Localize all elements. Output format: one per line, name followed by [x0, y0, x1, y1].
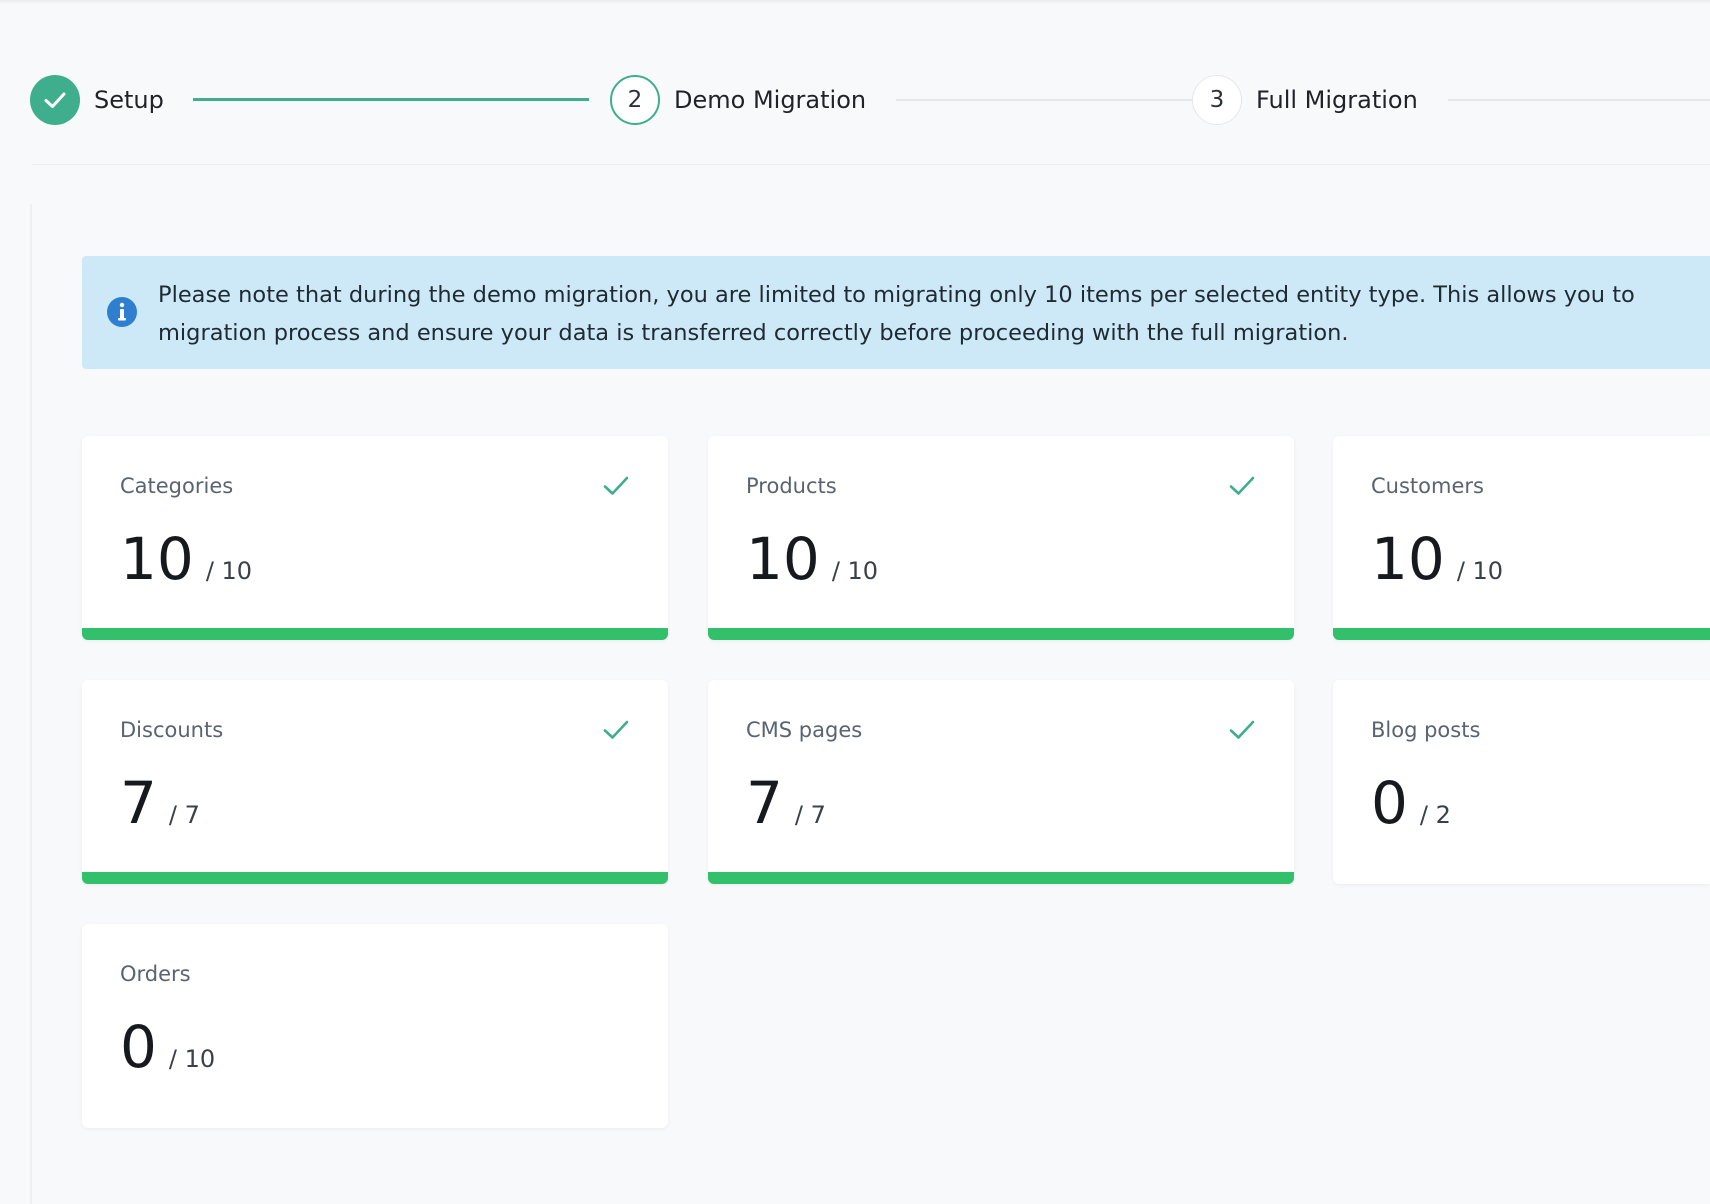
check-icon: [1229, 476, 1255, 495]
demo-info-banner: Please note that during the demo migrati…: [82, 256, 1710, 369]
card-progress-fill: [82, 628, 668, 640]
info-icon: [107, 297, 137, 327]
card-count: 10: [746, 525, 820, 593]
info-message-line-2: migration process and ensure your data i…: [158, 320, 1349, 346]
step-connector-trailing: [1448, 99, 1710, 101]
card-value: 0 / 2: [1371, 768, 1451, 838]
step-demo-migration[interactable]: 2 Demo Migration: [610, 74, 866, 126]
entity-card-discounts: Discounts 7 / 7: [82, 680, 668, 884]
card-count: 10: [1371, 525, 1445, 593]
card-progress-fill: [1333, 628, 1710, 640]
card-title: Customers: [1371, 474, 1484, 498]
card-progress-bar: [82, 872, 668, 884]
entity-card-categories: Categories 10 / 10: [82, 436, 668, 640]
step-connector-done: [193, 98, 589, 101]
card-progress-bar: [708, 872, 1294, 884]
card-progress-bar: [82, 628, 668, 640]
card-total: / 10: [168, 1045, 216, 1073]
card-total: / 10: [205, 557, 253, 585]
card-total: / 2: [1419, 801, 1451, 829]
check-icon: [44, 92, 66, 108]
card-title: Orders: [120, 962, 191, 986]
step-full-label: Full Migration: [1256, 86, 1418, 114]
step-setup[interactable]: Setup: [30, 74, 164, 126]
card-total: / 10: [1456, 557, 1504, 585]
entity-card-cms-pages: CMS pages 7 / 7: [708, 680, 1294, 884]
card-total: / 10: [831, 557, 879, 585]
card-value: 7 / 7: [120, 768, 200, 838]
card-progress-fill: [708, 628, 1294, 640]
migration-stepper: Setup 2 Demo Migration 3 Full Migration: [30, 74, 1710, 126]
panel-edge: [30, 204, 32, 1204]
card-progress-bar: [82, 1116, 668, 1128]
info-message-line-1: Please note that during the demo migrati…: [158, 282, 1635, 308]
card-title: Discounts: [120, 718, 224, 742]
card-total: / 7: [794, 801, 826, 829]
info-message: Please note that during the demo migrati…: [158, 276, 1710, 352]
entity-card-blog-posts: Blog posts 0 / 2: [1333, 680, 1710, 884]
card-value: 10 / 10: [746, 524, 878, 594]
stepper-divider: [32, 164, 1710, 165]
card-progress-fill: [708, 872, 1294, 884]
step-connector-pending: [896, 99, 1196, 101]
card-progress-bar: [708, 628, 1294, 640]
card-progress-bar: [1333, 872, 1710, 884]
card-value: 10 / 10: [120, 524, 252, 594]
check-icon: [1229, 720, 1255, 739]
card-count: 10: [120, 525, 194, 593]
card-progress-fill: [82, 872, 668, 884]
card-title: Blog posts: [1371, 718, 1481, 742]
entity-card-customers: Customers 10 / 10: [1333, 436, 1710, 640]
entity-card-orders: Orders 0 / 10: [82, 924, 668, 1128]
step-setup-label: Setup: [94, 86, 164, 114]
card-value: 0 / 10: [120, 1012, 215, 1082]
card-progress-bar: [1333, 628, 1710, 640]
step-full-migration[interactable]: 3 Full Migration: [1192, 74, 1418, 126]
card-title: Categories: [120, 474, 234, 498]
card-count: 0: [120, 1013, 157, 1081]
card-total: / 7: [168, 801, 200, 829]
card-title: CMS pages: [746, 718, 863, 742]
step-setup-indicator: [30, 75, 80, 125]
check-icon: [603, 720, 629, 739]
step-demo-label: Demo Migration: [674, 86, 867, 114]
top-edge: [0, 0, 1710, 4]
check-icon: [603, 476, 629, 495]
card-count: 7: [120, 769, 157, 837]
card-count: 0: [1371, 769, 1408, 837]
card-value: 7 / 7: [746, 768, 826, 838]
step-demo-indicator: 2: [610, 75, 660, 125]
card-count: 7: [746, 769, 783, 837]
step-full-indicator: 3: [1192, 75, 1242, 125]
card-value: 10 / 10: [1371, 524, 1503, 594]
entity-card-products: Products 10 / 10: [708, 436, 1294, 640]
card-title: Products: [746, 474, 837, 498]
